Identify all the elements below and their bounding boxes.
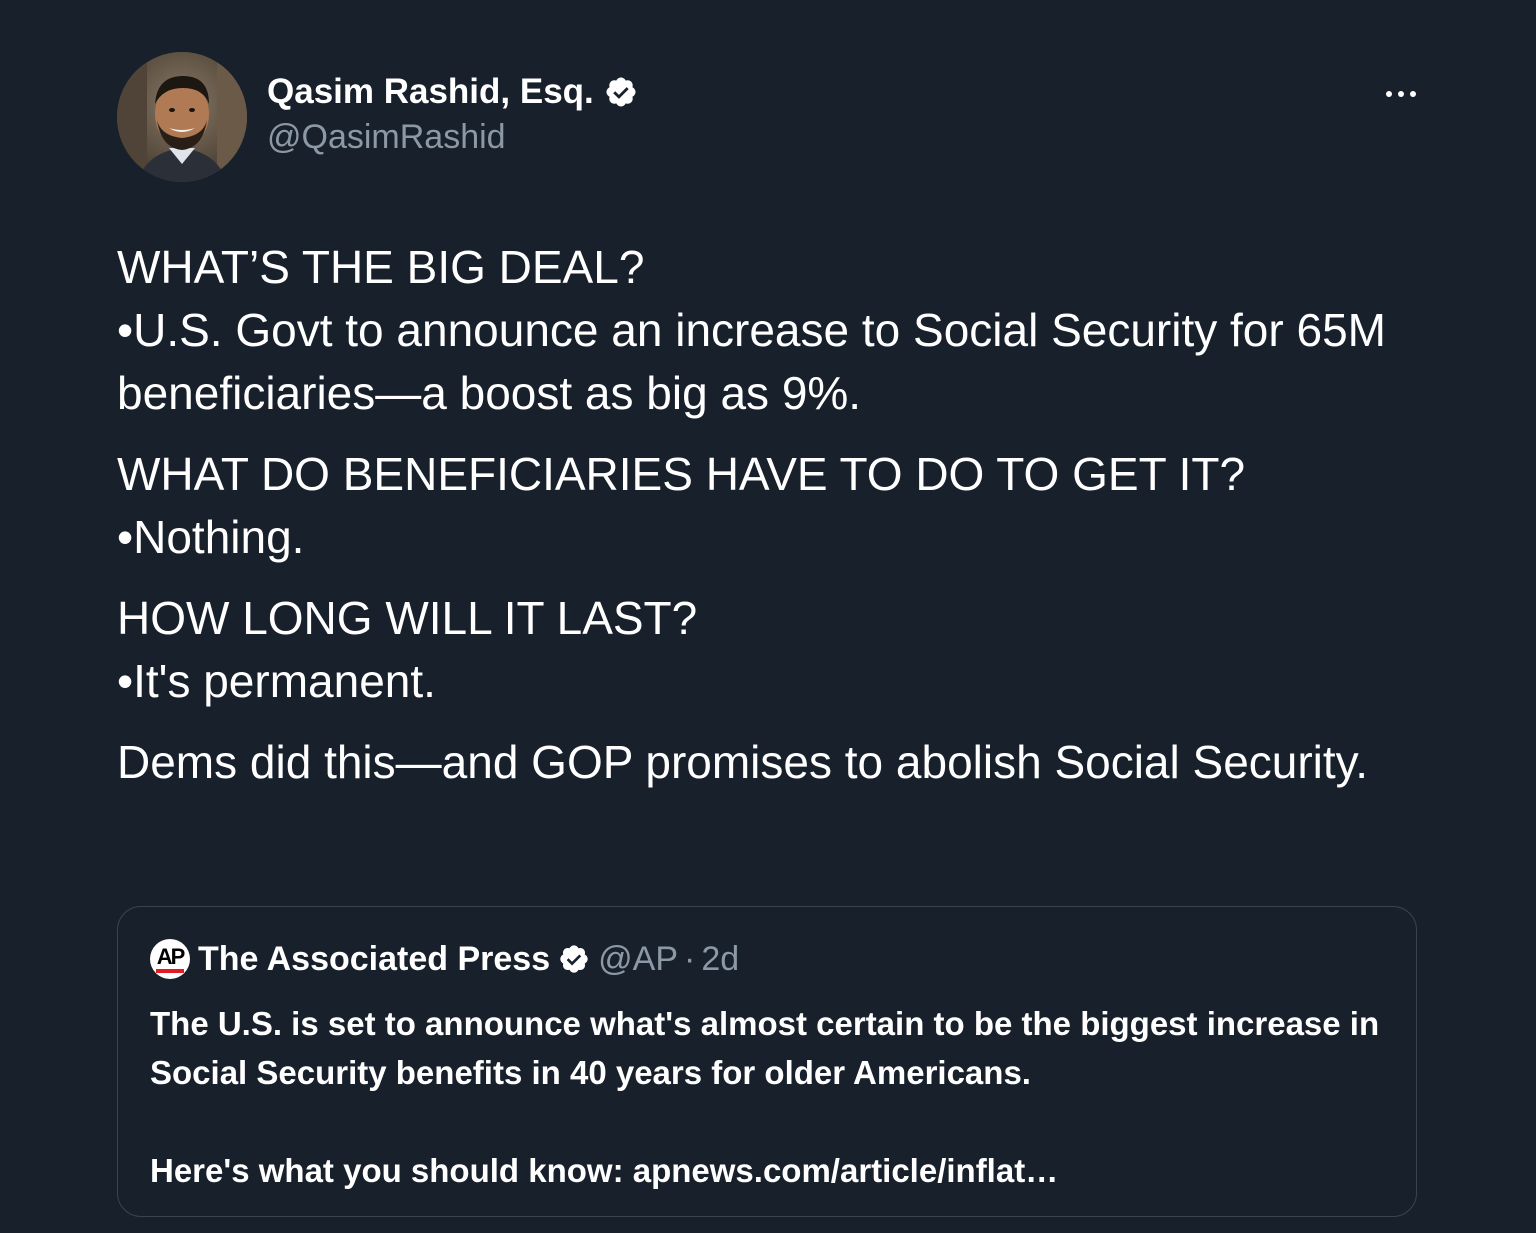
tweet-line: Dems did this—and GOP promises to abolis…: [117, 736, 1369, 788]
author-avatar[interactable]: [117, 52, 247, 182]
author-name[interactable]: Qasim Rashid, Esq.: [267, 72, 594, 112]
tweet-line: •Nothing.: [117, 511, 305, 563]
more-options-button[interactable]: [1376, 74, 1426, 114]
ap-logo-text: AP: [156, 944, 186, 969]
tweet-paragraph: WHAT DO BENEFICIARIES HAVE TO DO TO GET …: [117, 443, 1437, 569]
tweet-paragraph: HOW LONG WILL IT LAST? •It's permanent.: [117, 587, 1437, 713]
quoted-paragraph: Here's what you should know: apnews.com/…: [150, 1152, 1059, 1189]
quoted-paragraph-gap: [150, 1097, 1390, 1146]
tweet-paragraph: Dems did this—and GOP promises to abolis…: [117, 731, 1437, 794]
tweet: Qasim Rashid, Esq. @QasimRashid WHAT’S T…: [0, 0, 1536, 1233]
ap-logo-avatar[interactable]: AP: [150, 939, 190, 979]
author-handle[interactable]: @QasimRashid: [267, 118, 506, 157]
quoted-paragraph: The U.S. is set to announce what's almos…: [150, 1005, 1380, 1091]
quoted-separator: ·: [684, 939, 696, 978]
tweet-line: •It's permanent.: [117, 655, 436, 707]
more-horizontal-icon: [1386, 91, 1416, 97]
tweet-line: HOW LONG WILL IT LAST?: [117, 592, 698, 644]
quoted-tweet-card[interactable]: AP The Associated Press @AP · 2d The U.S…: [117, 906, 1417, 1217]
quoted-timestamp[interactable]: 2d: [701, 940, 739, 979]
tweet-line: •U.S. Govt to announce an increase to So…: [117, 304, 1386, 419]
verified-badge-icon: [560, 945, 588, 973]
tweet-text: WHAT’S THE BIG DEAL? •U.S. Govt to annou…: [117, 236, 1437, 812]
ap-logo-bar: [156, 969, 184, 973]
tweet-line: WHAT’S THE BIG DEAL?: [117, 241, 645, 293]
quoted-author-name[interactable]: The Associated Press: [198, 940, 550, 979]
tweet-line: WHAT DO BENEFICIARIES HAVE TO DO TO GET …: [117, 448, 1246, 500]
quoted-tweet-text: The U.S. is set to announce what's almos…: [150, 999, 1390, 1195]
quoted-author-handle[interactable]: @AP: [598, 940, 678, 979]
quoted-tweet-header: AP The Associated Press @AP · 2d: [150, 939, 739, 979]
tweet-paragraph: WHAT’S THE BIG DEAL? •U.S. Govt to annou…: [117, 236, 1437, 425]
verified-badge-icon: [606, 77, 636, 107]
author-name-row[interactable]: Qasim Rashid, Esq.: [267, 72, 638, 112]
